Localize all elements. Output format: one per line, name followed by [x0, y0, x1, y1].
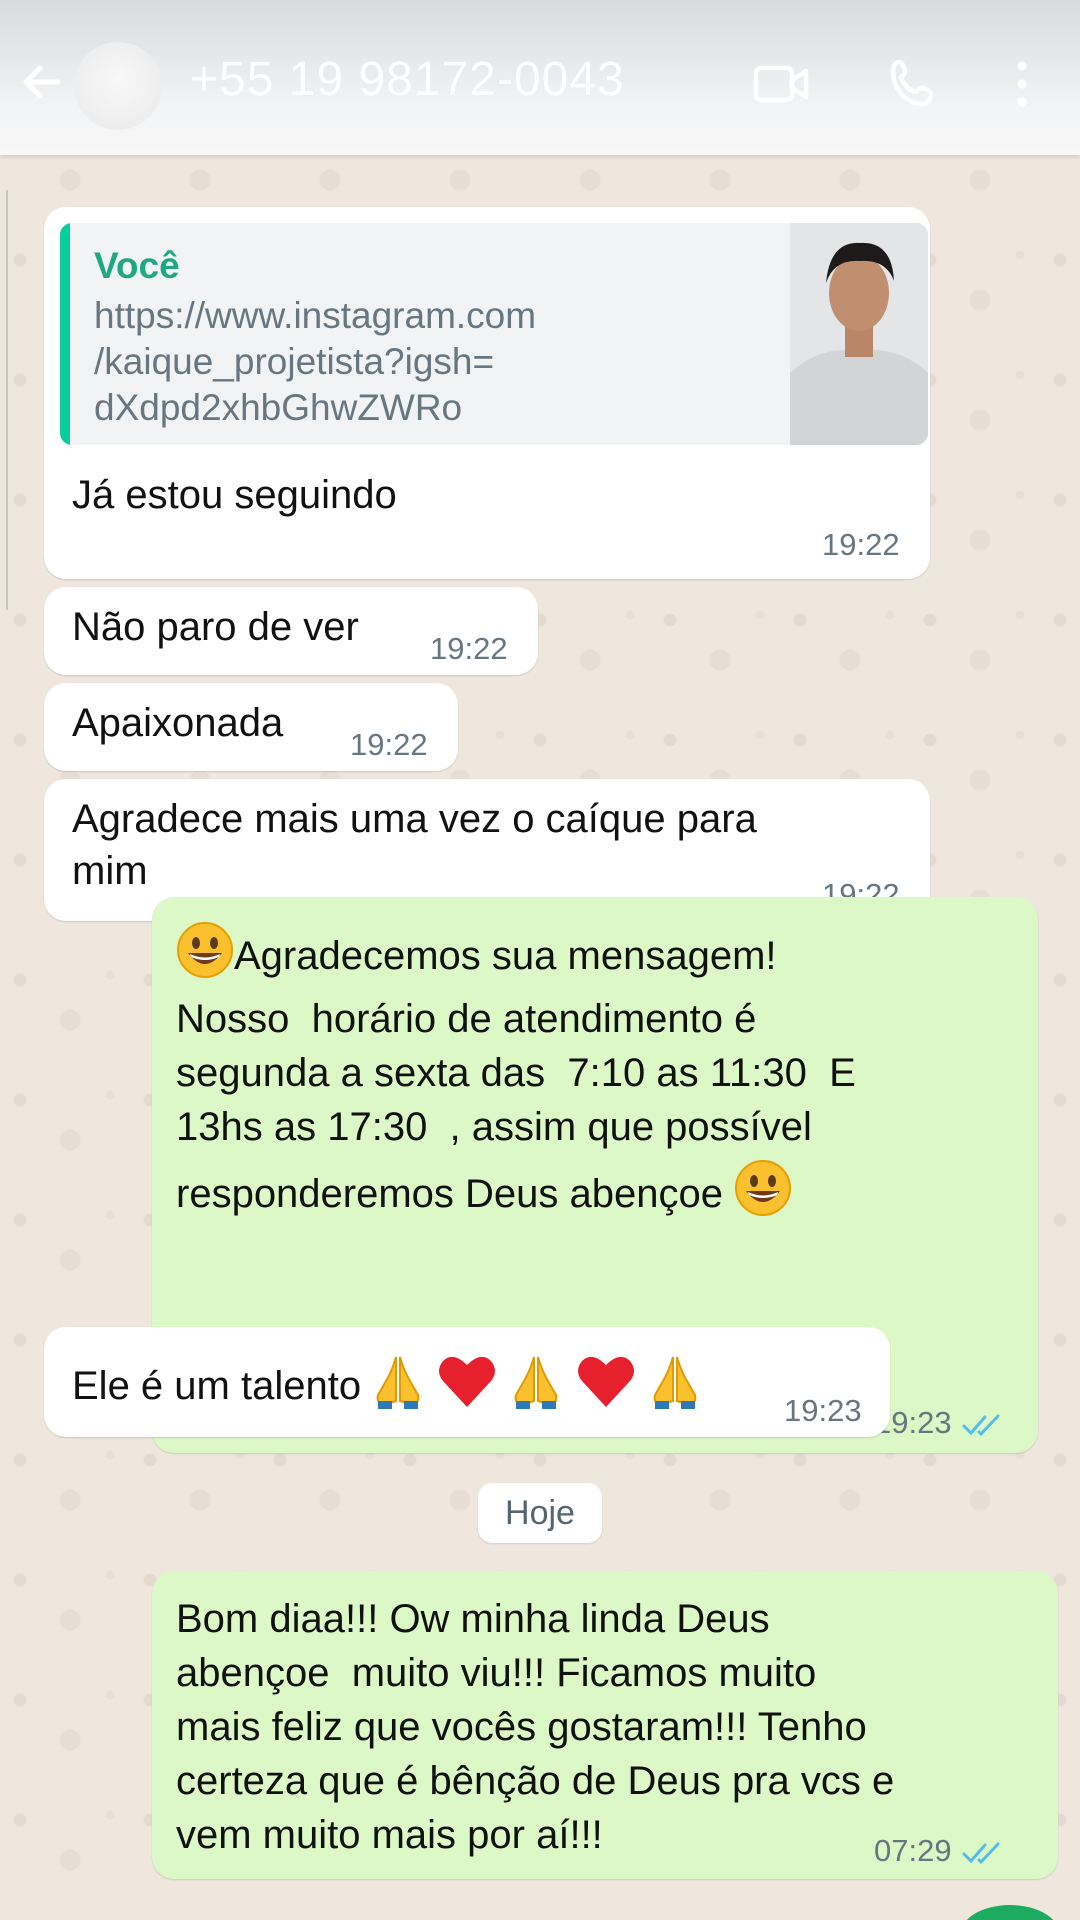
message-text: mim: [72, 849, 148, 893]
folded-hands-emoji-icon: [376, 1356, 420, 1409]
incoming-message[interactable]: Ele é um talento 19:23: [44, 1327, 890, 1437]
quote-text-line: /kaique_projetista?igsh=: [94, 341, 495, 382]
message-text: 13hs as 17:30 , assim que possível: [176, 1105, 812, 1149]
message-time: 19:22: [822, 527, 900, 562]
message-time-text: 07:29: [874, 1833, 952, 1868]
day-separator: Hoje: [478, 1483, 602, 1543]
message-text: vem muito mais por aí!!!: [176, 1813, 603, 1857]
chat-area[interactable]: Você https://www.instagram.com /kaique_p…: [0, 155, 1080, 1920]
message-time: 07:29: [874, 1833, 1004, 1869]
message-text: responderemos Deus abençoe: [176, 1172, 724, 1216]
message-time: 19:22: [430, 631, 508, 666]
message-text: Já estou seguindo: [72, 473, 397, 517]
incoming-message[interactable]: Você https://www.instagram.com /kaique_p…: [44, 207, 930, 579]
quote-accent-bar: [60, 223, 70, 445]
outgoing-message[interactable]: Bom diaa!!! Ow minha linda Deus abençoe …: [152, 1571, 1058, 1879]
quote-author: Você: [94, 245, 180, 286]
message-time: 19:23: [874, 1405, 1004, 1441]
back-arrow-icon[interactable]: [18, 58, 66, 106]
message-text: Bom diaa!!! Ow minha linda Deus: [176, 1597, 770, 1641]
message-time: 19:22: [350, 727, 428, 762]
contact-name[interactable]: +55 19 98172-0043: [190, 52, 625, 107]
voice-call-icon[interactable]: [885, 56, 945, 112]
folded-hands-emoji-icon: [515, 1356, 558, 1409]
red-heart-emoji-icon: [577, 1356, 634, 1407]
video-call-icon[interactable]: [752, 56, 812, 112]
message-text: Agradecemos sua mensagem!: [234, 934, 777, 978]
message-text: Não paro de ver: [72, 605, 359, 649]
message-text: mais feliz que vocês gostaram!!! Tenho: [176, 1705, 867, 1749]
quote-text-line: https://www.instagram.com: [94, 295, 537, 336]
message-text-line: Ele é um talento: [72, 1351, 701, 1413]
message-text: Ele é um talento: [72, 1364, 362, 1408]
incoming-message[interactable]: Não paro de ver 19:22: [44, 587, 538, 675]
message-text: abençoe muito viu!!! Ficamos muito: [176, 1651, 817, 1695]
message-text: Nosso horário de atendimento é: [176, 997, 757, 1041]
incoming-message[interactable]: Apaixonada 19:22: [44, 683, 458, 771]
message-time: 19:23: [784, 1393, 862, 1428]
read-receipt-icon: [962, 1842, 1000, 1864]
message-text: certeza que é bênção de Deus pra vcs e: [176, 1759, 895, 1803]
grinning-face-emoji-icon: [735, 1160, 792, 1216]
quote-text-line: dXdpd2xhbGhwZWRo: [94, 387, 463, 428]
link-preview-thumbnail: [790, 223, 928, 445]
quoted-message[interactable]: Você https://www.instagram.com /kaique_p…: [60, 223, 928, 445]
message-text-line: responderemos Deus abençoe: [176, 1159, 792, 1221]
message-text: Apaixonada: [72, 701, 284, 745]
chat-header: +55 19 98172-0043: [0, 0, 1080, 155]
folded-hands-emoji-icon: [653, 1356, 697, 1409]
red-heart-emoji-icon: [439, 1356, 496, 1407]
message-text-line: Agradecemos sua mensagem!: [176, 921, 777, 983]
contact-avatar[interactable]: [74, 42, 162, 130]
more-options-icon[interactable]: [1010, 56, 1034, 112]
read-receipt-icon: [962, 1414, 1000, 1436]
grinning-face-emoji-icon: [177, 922, 233, 978]
message-text: Agradece mais uma vez o caíque para: [72, 797, 757, 841]
message-text: segunda a sexta das 7:10 as 11:30 E: [176, 1051, 856, 1095]
